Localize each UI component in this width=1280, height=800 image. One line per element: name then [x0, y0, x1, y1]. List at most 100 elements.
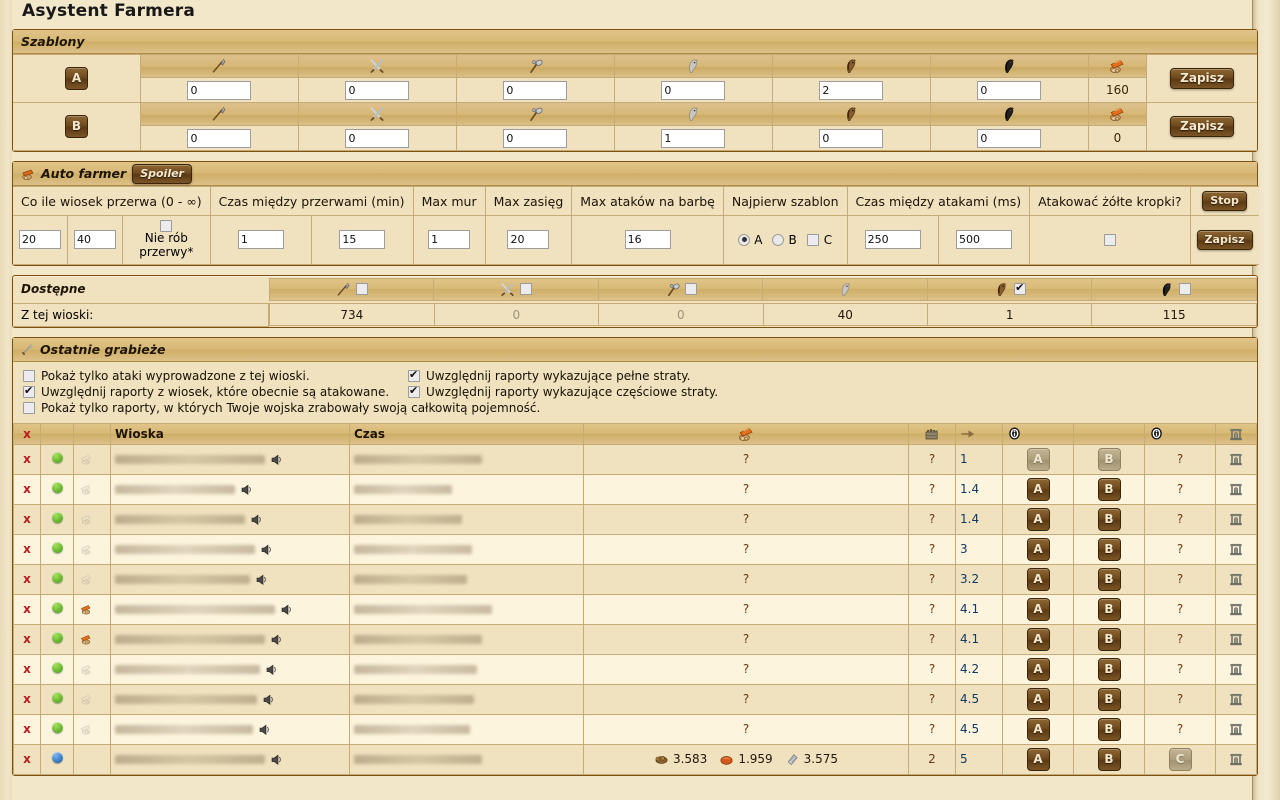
row-attack-a-button[interactable]: A — [1026, 687, 1050, 711]
row-attack-c-button[interactable]: C — [1168, 747, 1192, 771]
max-attacks-barb-input[interactable] — [624, 230, 671, 250]
megaphone-icon[interactable] — [265, 663, 278, 676]
megaphone-icon[interactable] — [260, 543, 273, 556]
filter-checkbox-2[interactable] — [23, 384, 35, 398]
row-building-cell[interactable] — [1215, 593, 1257, 625]
row-delete-button[interactable]: x — [13, 563, 41, 595]
template-save-button-a[interactable]: Zapisz — [1170, 68, 1234, 89]
filter-checkbox-3[interactable] — [408, 384, 420, 398]
available-checkbox-sword-icon[interactable] — [520, 283, 533, 296]
row-building-cell[interactable] — [1215, 623, 1257, 655]
template-b-unit-input-2[interactable] — [503, 128, 568, 148]
megaphone-icon[interactable] — [255, 573, 268, 586]
template-b-unit-input-0[interactable] — [187, 128, 252, 148]
template-button-b[interactable]: B — [65, 115, 88, 138]
row-attack-b-button[interactable]: B — [1097, 597, 1121, 621]
row-delete-button[interactable]: x — [13, 683, 41, 715]
template-a-unit-input-2[interactable] — [503, 80, 568, 100]
row-attack-a-button[interactable]: A — [1026, 717, 1050, 741]
row-attack-b-button[interactable]: B — [1097, 567, 1121, 591]
row-building-cell[interactable] — [1215, 743, 1257, 775]
available-checkbox-light-cavalry-icon[interactable] — [1014, 281, 1027, 296]
attack-delay-to-input[interactable] — [955, 230, 1012, 250]
row-attack-b-button[interactable]: B — [1097, 447, 1121, 471]
row-village-cell[interactable] — [110, 743, 350, 775]
filter-item[interactable]: Pokaż tylko raporty, w których Twoje woj… — [23, 401, 540, 415]
template-option-b[interactable]: B — [772, 233, 797, 247]
break-time-from-input[interactable] — [237, 230, 284, 250]
row-delete-button[interactable]: x — [13, 713, 41, 745]
attack-yellow-checkbox[interactable] — [1103, 234, 1116, 247]
row-building-cell[interactable] — [1215, 443, 1257, 475]
template-radio-b[interactable] — [772, 233, 785, 246]
row-village-cell[interactable] — [110, 683, 350, 715]
row-attack-b-button[interactable]: B — [1097, 687, 1121, 711]
template-option-c[interactable]: C — [806, 233, 832, 247]
megaphone-icon[interactable] — [250, 513, 263, 526]
megaphone-icon[interactable] — [270, 753, 283, 766]
row-village-cell[interactable] — [110, 443, 350, 475]
template-a-unit-input-5[interactable] — [977, 80, 1042, 100]
template-b-unit-input-5[interactable] — [977, 128, 1042, 148]
available-checkbox-heavy-cavalry-icon[interactable] — [1178, 283, 1191, 296]
row-building-cell[interactable] — [1215, 713, 1257, 745]
row-attack-b-button[interactable]: B — [1097, 657, 1121, 681]
row-attack-b-button[interactable]: B — [1097, 717, 1121, 741]
max-range-input[interactable] — [507, 230, 550, 250]
filter-item[interactable]: Pokaż tylko ataki wyprowadzone z tej wio… — [23, 369, 408, 383]
filter-item[interactable]: Uwzględnij raporty wykazujące częściowe … — [408, 384, 718, 399]
template-b-unit-input-1[interactable] — [345, 128, 410, 148]
template-option-a[interactable]: A — [738, 233, 762, 247]
megaphone-icon[interactable] — [280, 603, 293, 616]
row-village-cell[interactable] — [110, 563, 350, 595]
row-village-cell[interactable] — [110, 623, 350, 655]
autofarm-save-button[interactable]: Zapisz — [1196, 229, 1253, 250]
row-attack-b-button[interactable]: B — [1097, 477, 1121, 501]
row-village-cell[interactable] — [110, 653, 350, 685]
template-checkbox-c[interactable] — [806, 233, 819, 246]
row-village-cell[interactable] — [110, 593, 350, 625]
available-checkbox-axe-icon[interactable] — [685, 283, 698, 296]
row-building-cell[interactable] — [1215, 653, 1257, 685]
row-attack-a-button[interactable]: A — [1026, 567, 1050, 591]
row-delete-button[interactable]: x — [13, 533, 41, 565]
row-delete-button[interactable]: x — [13, 653, 41, 685]
row-attack-a-button[interactable]: A — [1026, 627, 1050, 651]
row-village-cell[interactable] — [110, 503, 350, 535]
megaphone-icon[interactable] — [258, 723, 271, 736]
max-wall-input[interactable] — [428, 230, 471, 250]
break-to-input[interactable] — [74, 230, 116, 250]
template-b-unit-input-4[interactable] — [819, 128, 884, 148]
row-attack-a-button[interactable]: A — [1026, 747, 1050, 771]
row-delete-button[interactable]: x — [13, 443, 41, 475]
template-radio-a[interactable] — [738, 233, 751, 246]
row-village-cell[interactable] — [110, 533, 350, 565]
row-attack-a-button[interactable]: A — [1026, 537, 1050, 561]
row-village-cell[interactable] — [110, 713, 350, 745]
megaphone-icon[interactable] — [270, 633, 283, 646]
row-delete-button[interactable]: x — [13, 593, 41, 625]
spoiler-button[interactable]: Spoiler — [132, 163, 192, 184]
template-button-a[interactable]: A — [65, 67, 88, 90]
row-attack-a-button[interactable]: A — [1026, 597, 1050, 621]
row-attack-a-button[interactable]: A — [1026, 447, 1050, 471]
megaphone-icon[interactable] — [270, 453, 283, 466]
template-a-unit-input-0[interactable] — [187, 80, 252, 100]
break-from-input[interactable] — [19, 230, 61, 250]
template-a-unit-input-1[interactable] — [345, 80, 410, 100]
no-break-checkbox[interactable] — [160, 220, 173, 232]
row-attack-b-button[interactable]: B — [1097, 627, 1121, 651]
row-attack-b-button[interactable]: B — [1097, 747, 1121, 771]
megaphone-icon[interactable] — [262, 693, 275, 706]
break-time-to-input[interactable] — [339, 230, 386, 250]
filter-checkbox-0[interactable] — [23, 369, 35, 382]
template-save-button-b[interactable]: Zapisz — [1170, 116, 1234, 137]
available-checkbox-spear-icon[interactable] — [355, 283, 368, 296]
row-building-cell[interactable] — [1215, 533, 1257, 565]
row-attack-a-button[interactable]: A — [1026, 507, 1050, 531]
row-delete-button[interactable]: x — [13, 743, 41, 775]
template-a-unit-input-3[interactable] — [661, 80, 726, 100]
template-a-unit-input-4[interactable] — [819, 80, 884, 100]
row-village-cell[interactable] — [110, 473, 350, 505]
row-attack-a-button[interactable]: A — [1026, 657, 1050, 681]
